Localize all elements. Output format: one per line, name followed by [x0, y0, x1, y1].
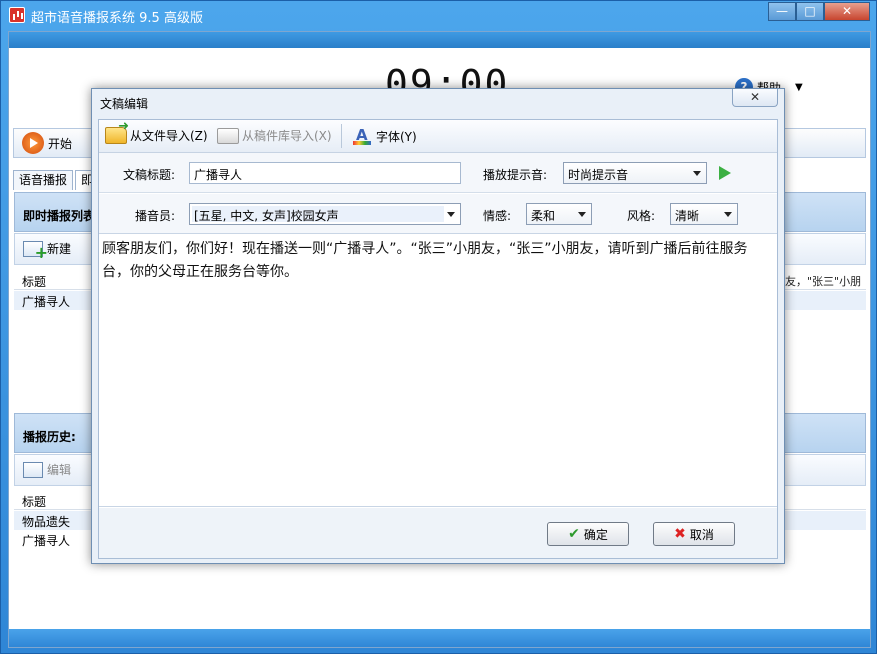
chevron-down-icon: ▼: [795, 81, 803, 93]
import-from-file-button[interactable]: 从文件导入(Z): [105, 119, 208, 144]
new-label: 新建: [47, 242, 72, 256]
archive-icon: [217, 127, 239, 144]
font-label: 字体(Y): [376, 129, 417, 144]
dialog-body: 从文件导入(Z) 从稿件库导入(X) 字体(Y) 文稿标题: 广播寻人 播放提示…: [98, 119, 778, 559]
preview-play-icon[interactable]: [719, 166, 731, 180]
dialog-close-button[interactable]: ✕: [732, 89, 778, 107]
dialog-toolbar: 从文件导入(Z) 从稿件库导入(X) 字体(Y): [99, 119, 777, 153]
font-button[interactable]: 字体(Y): [353, 126, 417, 145]
cancel-label: 取消: [689, 527, 714, 542]
document-edit-dialog: 文稿编辑 ✕ 从文件导入(Z) 从稿件库导入(X) 字体(Y) 文稿标题: 广播…: [91, 88, 785, 564]
chevron-down-icon: [693, 171, 701, 176]
start-label: 开始: [48, 136, 73, 151]
top-band: [9, 32, 870, 48]
emotion-label: 情感:: [483, 209, 512, 223]
emotion-value: 柔和: [531, 209, 556, 223]
folder-open-icon: [105, 119, 129, 144]
prompt-sound-select[interactable]: 时尚提示音: [563, 162, 707, 184]
start-button[interactable]: 开始: [22, 132, 72, 154]
new-document-icon: [23, 240, 48, 262]
window-controls: — □ ✕: [768, 2, 870, 21]
edit-button[interactable]: 编辑: [23, 461, 71, 478]
ok-label: 确定: [583, 527, 608, 542]
import-from-library-label: 从稿件库导入(X): [242, 129, 332, 143]
emotion-select[interactable]: 柔和: [526, 203, 592, 225]
style-label: 风格:: [627, 209, 656, 223]
window-title: 超市语音播报系统 9.5 高级版: [31, 11, 203, 26]
style-value: 清晰: [675, 209, 700, 223]
ok-button[interactable]: ✔ 确定: [547, 522, 629, 546]
title-bar: 超市语音播报系统 9.5 高级版 — □ ✕: [1, 1, 876, 29]
prompt-sound-label: 播放提示音:: [483, 168, 548, 182]
status-bar: [9, 629, 870, 647]
voice-settings-row: 播音员: [五星, 中文, 女声]校园女声 情感: 柔和 风格: 清晰: [99, 194, 777, 234]
font-icon: [353, 126, 373, 145]
chevron-down-icon: [724, 212, 732, 217]
edit-label: 编辑: [47, 463, 72, 477]
cancel-x-icon: ✖: [674, 526, 686, 542]
title-input[interactable]: 广播寻人: [189, 162, 461, 184]
announcer-value: [五星, 中文, 女声]校园女声: [194, 209, 339, 223]
title-label: 文稿标题:: [123, 168, 176, 182]
edit-icon: [23, 461, 43, 478]
chevron-down-icon: [447, 212, 455, 217]
chevron-down-icon: [578, 212, 586, 217]
app-logo-icon: [9, 7, 25, 23]
announcer-select[interactable]: [五星, 中文, 女声]校园女声: [189, 203, 461, 225]
content-textarea[interactable]: 顾客朋友们，你们好！现在播送一则“广播寻人”。“张三”小朋友，“张三”小朋友，请…: [99, 235, 777, 507]
dialog-footer: ✔ 确定 ✖ 取消: [99, 508, 777, 558]
new-button[interactable]: 新建: [23, 240, 72, 262]
announcer-label: 播音员:: [135, 209, 176, 223]
instant-list-clipped-content: 友，"张三"小朋: [785, 275, 862, 288]
close-button[interactable]: ✕: [824, 2, 870, 21]
cancel-button[interactable]: ✖ 取消: [653, 522, 735, 546]
minimize-button[interactable]: —: [768, 2, 796, 21]
checkmark-icon: ✔: [568, 526, 580, 542]
tab-voice-broadcast[interactable]: 语音播报: [13, 170, 74, 190]
toolbar-divider: [341, 124, 342, 148]
maximize-button[interactable]: □: [796, 2, 824, 21]
prompt-sound-value: 时尚提示音: [568, 168, 629, 182]
style-select[interactable]: 清晰: [670, 203, 738, 225]
import-from-file-label: 从文件导入(Z): [130, 129, 208, 143]
title-prompt-row: 文稿标题: 广播寻人 播放提示音: 时尚提示音: [99, 153, 777, 193]
dialog-title: 文稿编辑: [100, 97, 149, 111]
play-icon: [22, 132, 44, 154]
import-from-library-button[interactable]: 从稿件库导入(X): [217, 127, 332, 144]
